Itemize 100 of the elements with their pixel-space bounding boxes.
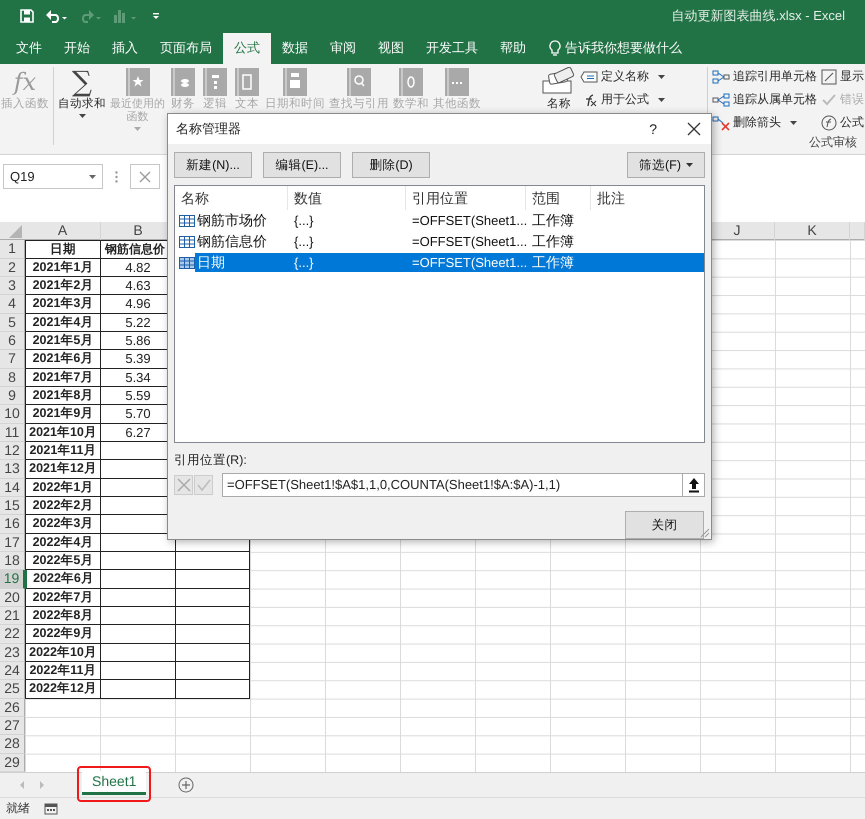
column-header[interactable]: 范围 (526, 186, 591, 210)
table-cell: 2022年4月 (25, 534, 101, 552)
ribbon-tab[interactable]: 插入 (101, 32, 149, 64)
ribbon-button[interactable]: ∑ 自动求和 (57, 66, 107, 118)
row-header[interactable]: 6 (0, 332, 25, 350)
row-header[interactable]: 19 (0, 570, 25, 589)
ribbon-tab[interactable]: 文件 (5, 32, 53, 64)
scope-cell-text: 工作簿 (531, 232, 575, 250)
name-box[interactable]: Q19 (3, 164, 103, 190)
dialog-button[interactable]: 删除(D) (352, 152, 430, 178)
row-header[interactable]: 20 (0, 588, 25, 608)
show-formulas-icon (821, 68, 837, 85)
ribbon-button[interactable]: 追踪从属单元格 (712, 90, 817, 110)
macro-record-icon[interactable] (44, 802, 58, 815)
ribbon-button[interactable]: 删除箭头 (712, 112, 817, 133)
close-button[interactable]: 关闭 (625, 511, 704, 539)
row-header[interactable]: 5 (0, 314, 25, 332)
cancel-button[interactable] (130, 164, 160, 190)
ribbon-button[interactable]: 追踪引用单元格 (712, 66, 817, 87)
ribbon-tab[interactable]: 公式 (223, 32, 271, 64)
table-cell: 2022年10月 (25, 644, 101, 662)
save-icon[interactable] (20, 9, 34, 24)
filter-button[interactable]: 筛选(F) (627, 152, 705, 178)
column-header[interactable]: 批注 (591, 186, 704, 210)
row-header[interactable]: 24 (0, 662, 25, 680)
group-label: 公式审核 (809, 134, 857, 151)
table-cell: 2022年7月 (25, 588, 101, 608)
scope-cell-text: 工作簿 (531, 254, 575, 272)
help-button[interactable]: ? (649, 121, 657, 137)
ribbon-button[interactable]: 定义名称 (580, 66, 665, 87)
tell-me-search[interactable]: 告诉我你想要做什么 (537, 32, 682, 64)
table-icon (179, 256, 195, 268)
row-header[interactable]: 8 (0, 368, 25, 387)
row-header[interactable]: 27 (0, 717, 25, 736)
row-header[interactable]: 29 (0, 754, 25, 772)
name-cell-text: 钢筋市场价 (196, 212, 268, 230)
ribbon-tab[interactable]: 开发工具 (415, 32, 489, 64)
row-header[interactable]: 4 (0, 295, 25, 314)
remove-arrows-icon (712, 114, 730, 131)
table-cell: 2021年9月 (25, 405, 101, 424)
column-header[interactable]: K (775, 222, 850, 240)
book-icon (397, 66, 425, 97)
dialog-button[interactable]: 编辑(E)... (263, 152, 341, 178)
row-header[interactable]: 3 (0, 276, 25, 296)
row-header[interactable]: 11 (0, 424, 25, 442)
add-sheet-icon[interactable] (178, 777, 194, 794)
row-header[interactable]: 2 (0, 258, 25, 277)
dialog-button[interactable]: 新建(N)... (174, 152, 252, 178)
row-header[interactable]: 22 (0, 625, 25, 644)
row-header[interactable]: 18 (0, 552, 25, 570)
window-title: 自动更新图表曲线.xlsx - Excel (672, 7, 845, 26)
column-header[interactable]: 数值 (288, 186, 406, 210)
undo-icon[interactable] (46, 9, 68, 24)
column-header[interactable]: 名称 (175, 186, 288, 210)
row-header[interactable]: 12 (0, 442, 25, 460)
row-header[interactable]: 9 (0, 386, 25, 406)
function-icon: ∑ (72, 66, 92, 97)
row-header[interactable]: 17 (0, 534, 25, 552)
column-header[interactable]: 引用位置 (406, 186, 526, 210)
row-header[interactable]: 15 (0, 497, 25, 516)
dialog-title: 名称管理器 (176, 120, 242, 138)
row-header[interactable]: 7 (0, 350, 25, 369)
ribbon-button[interactable]: 用于公式 (580, 90, 665, 110)
collapse-button[interactable] (683, 473, 705, 497)
row-header[interactable]: 28 (0, 735, 25, 754)
evaluate-formula-icon (821, 114, 837, 131)
row-header[interactable]: 26 (0, 698, 25, 718)
row-header[interactable]: 23 (0, 644, 25, 662)
ribbon-tab[interactable]: 视图 (367, 32, 415, 64)
close-icon (176, 477, 192, 493)
row-header[interactable]: 10 (0, 405, 25, 424)
row-header[interactable]: 21 (0, 607, 25, 626)
resize-grip-icon[interactable] (700, 528, 710, 538)
ribbon-button[interactable]: 显示 (821, 66, 864, 87)
ribbon-button[interactable]: 公式 (821, 112, 864, 133)
lightbulb-icon (549, 40, 561, 57)
ribbon-tab[interactable]: 页面布局 (149, 32, 223, 64)
table-cell: 2022年5月 (25, 552, 101, 570)
table-cell: 2021年7月 (25, 368, 101, 387)
row-header[interactable]: 1 (0, 240, 25, 260)
trace-dependents-icon (712, 92, 730, 108)
ribbon-tab[interactable]: 帮助 (489, 32, 537, 64)
ribbon-tab[interactable]: 数据 (271, 32, 319, 64)
close-icon[interactable] (687, 122, 701, 136)
name-cell-text: 钢筋信息价 (196, 232, 268, 250)
ribbon-tab[interactable]: 审阅 (319, 32, 367, 64)
book-icon (201, 66, 229, 97)
table-icon (179, 236, 195, 248)
name-manager-button[interactable]: 名称 (540, 66, 578, 111)
row-header[interactable]: 25 (0, 680, 25, 699)
customize-icon[interactable] (152, 11, 160, 22)
row-header[interactable]: 16 (0, 515, 25, 534)
checkmark-icon (821, 92, 837, 108)
list-row[interactable]: 日期 {...} =OFFSET(Sheet1... 工作簿 (195, 253, 704, 272)
row-header[interactable]: 14 (0, 478, 25, 498)
sheet-tab[interactable]: Sheet1 (82, 771, 146, 796)
book-icon (443, 66, 471, 97)
reference-field[interactable]: =OFFSET(Sheet1!$A$1,1,0,COUNTA(Sheet1!$A:$A)-1,1) (222, 473, 683, 497)
ribbon-tab[interactable]: 开始 (53, 32, 101, 64)
row-header[interactable]: 13 (0, 460, 25, 479)
